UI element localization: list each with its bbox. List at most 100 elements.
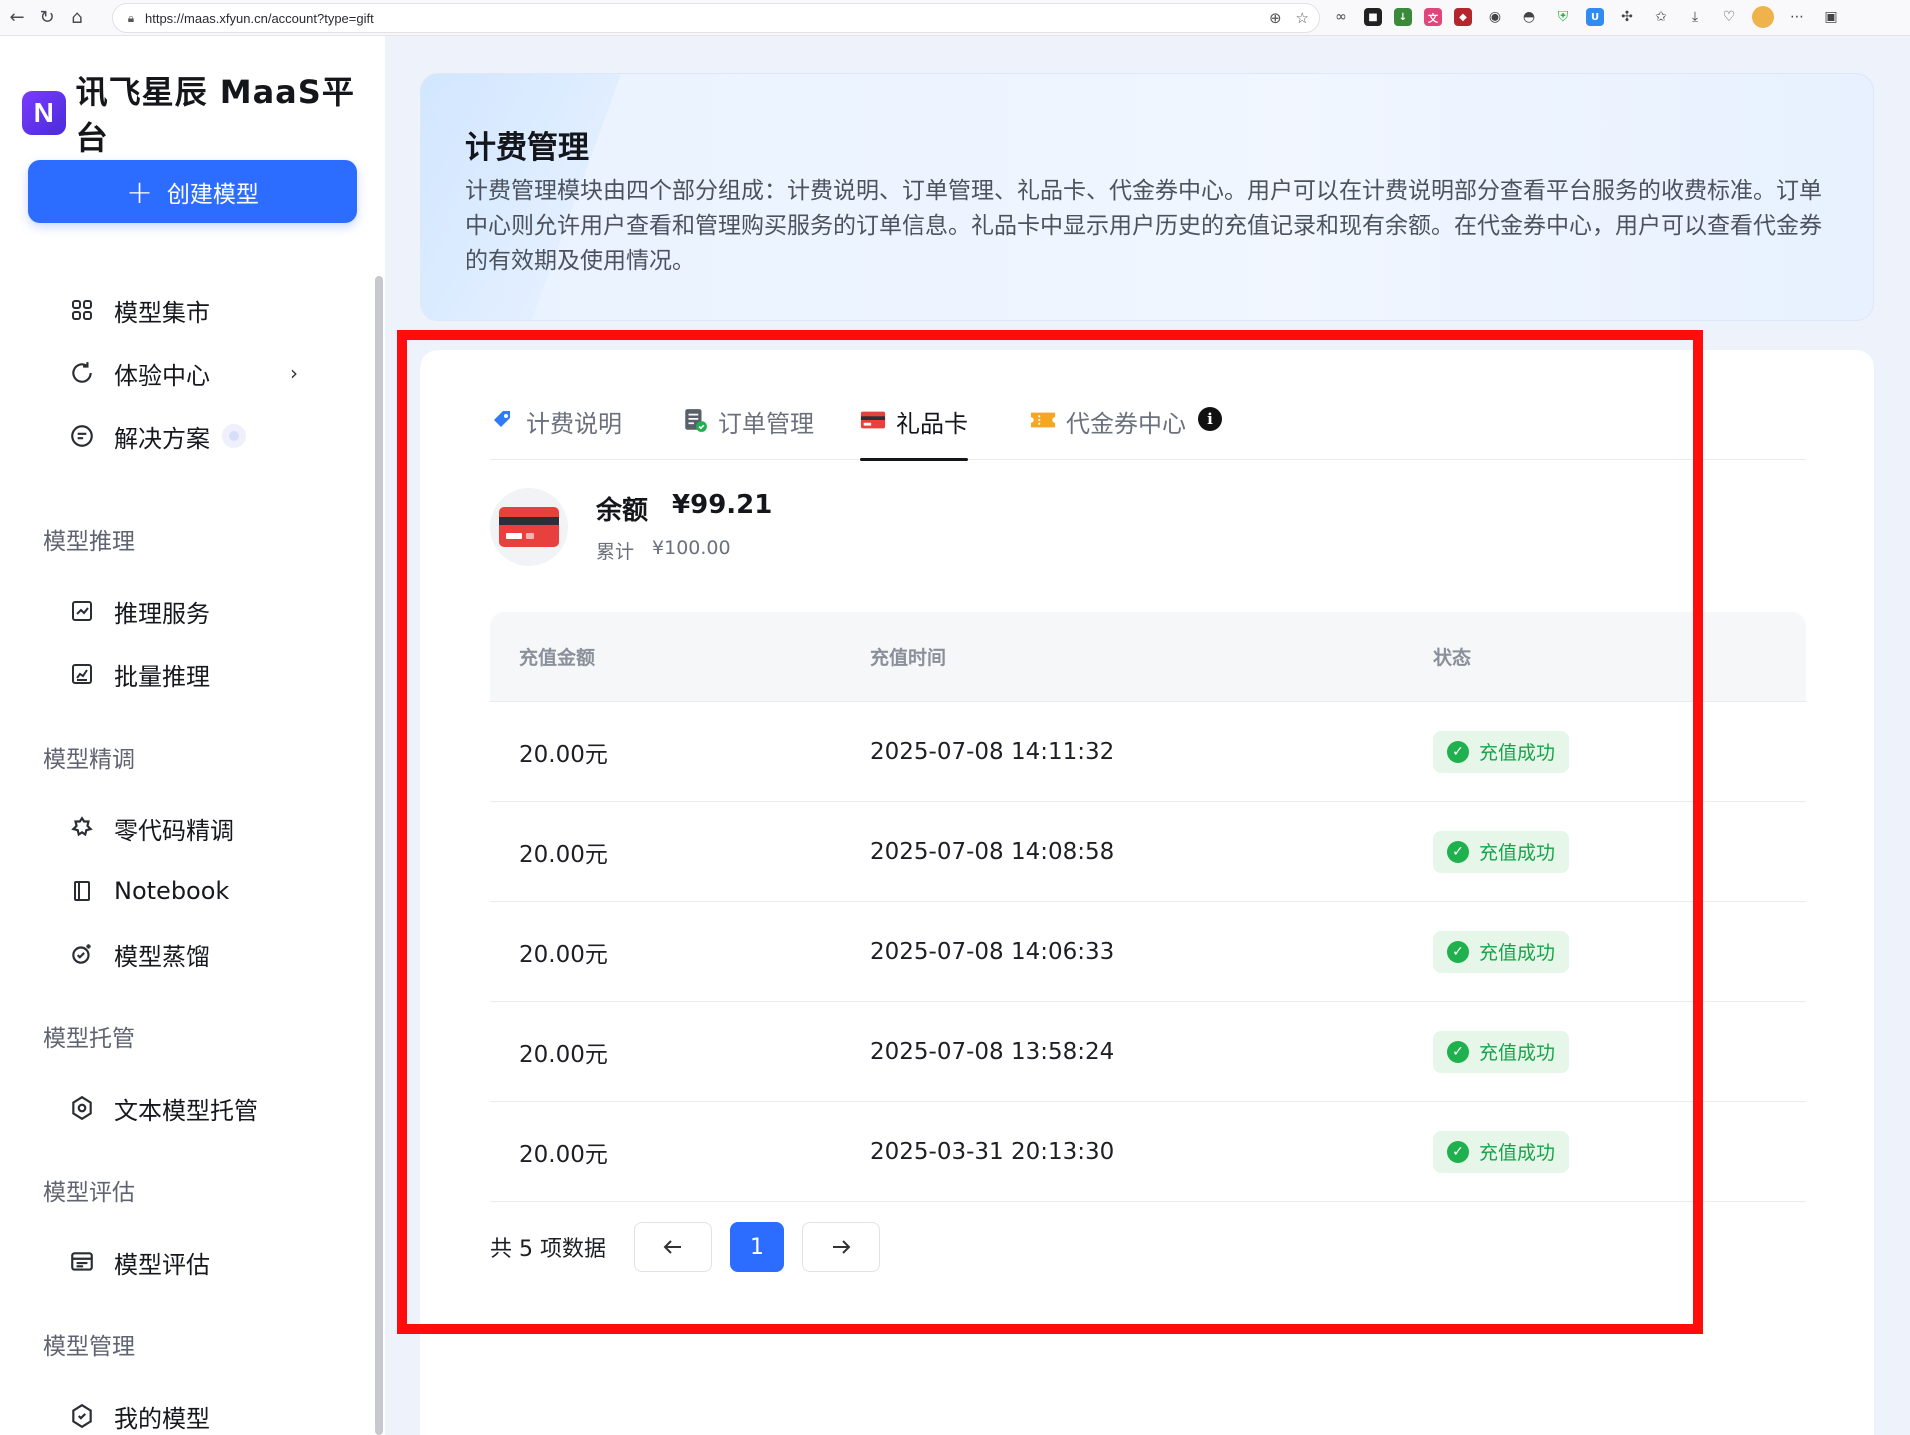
status-badge: ✓ 充值成功 [1433,830,1570,873]
status-dot-icon [222,424,246,448]
table-row: 20.00元 2025-07-08 13:58:24 ✓ 充值成功 [490,1002,1806,1102]
status-badge: ✓ 充值成功 [1433,930,1570,973]
table-row: 20.00元 2025-07-08 14:11:32 ✓ 充值成功 [490,702,1806,802]
reload-icon[interactable]: ↻ [32,3,62,33]
sidebar-item-my-models[interactable]: 我的模型 [68,1396,210,1435]
cell-time: 2025-07-08 14:06:33 [870,938,1115,965]
chevron-right-icon: › [290,361,298,385]
page-number-button[interactable]: 1 [729,1222,784,1272]
model-box-icon [68,1402,96,1430]
table-row: 20.00元 2025-07-08 14:08:58 ✓ 充值成功 [490,802,1806,902]
address-bar[interactable]: 🔒︎ https://maas.xfyun.cn/account?type=gi… [112,3,1320,33]
extension-translate-icon[interactable]: 文 [1424,8,1442,26]
downloads-icon[interactable]: ⤓ [1684,6,1706,28]
sidebar-item-solutions[interactable]: 解决方案 [68,416,246,456]
extension-shield-check-icon[interactable]: ⛨ [1552,6,1574,28]
hexagon-icon [68,1094,96,1122]
logo[interactable]: N 讯飞星辰 MaaS平台 [22,67,385,159]
sidebar-item-inference-service[interactable]: 推理服务 [68,591,210,631]
grid-icon [68,296,96,324]
refresh-icon [68,359,96,387]
sidebar-scrollbar[interactable] [375,276,383,1435]
billing-header-card: 计费管理 计费管理模块由四个部分组成：计费说明、订单管理、礼品卡、代金券中心。用… [420,73,1874,321]
extension-globe-icon[interactable]: ◉ [1484,6,1506,28]
info-icon[interactable]: i [1198,407,1222,431]
status-badge: ✓ 充值成功 [1433,1030,1570,1073]
table-row: 20.00元 2025-03-31 20:13:30 ✓ 充值成功 [490,1102,1806,1202]
bookmark-star-icon[interactable]: ☆ [1296,9,1309,27]
column-header-amount: 充值金额 [519,647,596,669]
sidebar-item-label: 解决方案 [114,424,210,453]
evaluation-icon [68,1248,96,1276]
sidebar-item-label: 批量推理 [114,662,210,691]
infinity-icon[interactable]: ∞ [1330,6,1352,28]
tab-order-management[interactable]: 订单管理 [682,400,814,460]
pagination: 共 5 项数据 1 [490,1222,880,1272]
balance-summary: 余额 ¥99.21 累计 ¥100.00 [490,488,772,566]
address-url[interactable]: https://maas.xfyun.cn/account?type=gift [145,11,374,26]
page-title: 计费管理 [465,130,589,166]
sidebar-item-label: 文本模型托管 [114,1096,258,1125]
sidebar-item-label: 模型评估 [114,1250,210,1279]
extension-pokeball-icon[interactable]: ◓ [1518,6,1540,28]
sidebar-toggle-icon[interactable]: ▣ [1820,6,1842,28]
total-label: 累计 [596,541,635,563]
tab-label: 礼品卡 [896,410,968,438]
back-icon[interactable]: ← [2,3,32,33]
gift-card-panel: 计费说明 订单管理 礼品卡 代金券中心 i 余额 ¥99.21 累计 ¥100.… [420,350,1874,1435]
sidebar-item-batch-inference[interactable]: 批量推理 [68,654,210,694]
extension-shield-icon[interactable]: ◆ [1454,8,1472,26]
table-row: 20.00元 2025-07-08 14:06:33 ✓ 充值成功 [490,902,1806,1002]
sidebar-item-zero-code-finetune[interactable]: 零代码精调 [68,808,234,848]
health-icon[interactable]: ♡ [1718,6,1740,28]
cell-time: 2025-07-08 14:08:58 [870,838,1115,865]
profile-avatar[interactable] [1752,6,1774,28]
check-circle-icon: ✓ [1447,1040,1469,1063]
more-icon[interactable]: ⋯ [1786,6,1808,28]
tab-billing-info[interactable]: 计费说明 [490,400,622,460]
sidebar-item-text-model-hosting[interactable]: 文本模型托管 [68,1088,258,1128]
tab-gift-card[interactable]: 礼品卡 [860,400,968,461]
group-title-hosting: 模型托管 [43,1026,135,1052]
chart-line-icon [68,597,96,625]
balance-label: 余额 [596,496,649,526]
tab-label: 订单管理 [718,410,814,438]
notebook-icon [68,877,96,905]
home-icon[interactable]: ⌂ [62,3,92,33]
status-text: 充值成功 [1479,742,1556,764]
next-page-button[interactable] [801,1222,880,1272]
cell-time: 2025-03-31 20:13:30 [870,1138,1115,1165]
check-circle-icon: ✓ [1447,840,1469,863]
group-title-inference: 模型推理 [43,529,135,555]
status-text: 充值成功 [1479,842,1556,864]
status-badge: ✓ 充值成功 [1433,730,1570,773]
table-header: 充值金额 充值时间 状态 [490,612,1806,702]
create-model-button[interactable]: + 创建模型 [28,160,357,223]
sidebar-item-distillation[interactable]: 模型蒸馏 [68,934,210,974]
sidebar-item-label: 模型蒸馏 [114,942,210,971]
tab-voucher-center[interactable]: 代金券中心 i [1030,400,1222,460]
chart-batch-icon [68,660,96,688]
extension-download-icon[interactable]: ↓ [1394,8,1412,26]
extension-u-icon[interactable]: U [1586,8,1604,26]
sidebar-item-experience[interactable]: 体验中心 › [68,353,298,393]
billing-tabs: 计费说明 订单管理 礼品卡 代金券中心 i [490,400,1806,461]
sidebar-item-model-market[interactable]: 模型集市 [68,290,210,330]
sidebar-item-model-evaluation[interactable]: 模型评估 [68,1242,210,1282]
create-model-label: 创建模型 [166,181,259,208]
arrow-right-icon [832,1240,851,1254]
cell-amount: 20.00元 [519,841,608,868]
check-circle-icon: ✓ [1447,1140,1469,1163]
favorites-icon[interactable]: ✩ [1650,6,1672,28]
cell-time: 2025-07-08 14:11:32 [870,738,1115,765]
balance-amount: ¥99.21 [672,490,773,520]
prev-page-button[interactable] [633,1222,712,1272]
extensions-puzzle-icon[interactable]: ✣ [1616,6,1638,28]
sidebar-item-label: 我的模型 [114,1404,210,1433]
sidebar-item-notebook[interactable]: Notebook [68,871,229,911]
sparkle-icon [68,814,96,842]
lock-icon: 🔒︎ [127,10,135,25]
extension-icon[interactable]: ■ [1364,8,1382,26]
group-title-finetune: 模型精调 [43,747,135,773]
zoom-icon[interactable]: ⊕ [1269,9,1282,27]
